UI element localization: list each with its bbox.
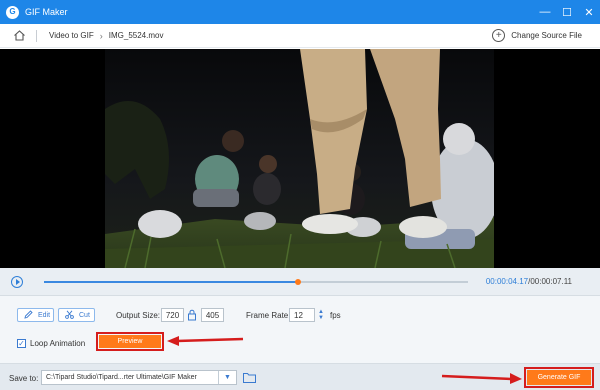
nav-divider xyxy=(36,29,37,42)
video-frame-image xyxy=(105,49,494,268)
plus-circle-icon: + xyxy=(492,29,506,42)
bottom-bar: Save to: C:\Tipard Studio\Tipard...rter … xyxy=(0,363,600,390)
stepper-down[interactable]: ▼ xyxy=(318,315,324,321)
progress-slider-thumb[interactable] xyxy=(295,279,302,285)
cut-button[interactable]: Cut xyxy=(58,308,95,322)
breadcrumb-video-to-gif[interactable]: Video to GIF xyxy=(49,31,94,40)
current-time: 00:00:04.17 xyxy=(485,277,529,286)
total-time: /00:00:07.11 xyxy=(528,277,572,286)
progress-slider-fill xyxy=(44,281,299,283)
folder-icon[interactable] xyxy=(242,370,256,384)
output-size-label: Output Size: xyxy=(116,311,161,320)
fps-unit: fps xyxy=(330,311,341,320)
window-controls: — ☐ ✕ xyxy=(534,0,600,24)
output-width-input[interactable]: 720 xyxy=(161,308,184,322)
stepper-icon[interactable]: ▲ ▼ xyxy=(316,308,326,322)
nav-bar: Video to GIF › IMG_5524.mov + Change Sou… xyxy=(0,24,600,48)
minimize-icon[interactable]: — xyxy=(534,0,556,24)
loop-animation-label: Loop Animation xyxy=(30,339,86,348)
frame-rate-label: Frame Rate: xyxy=(246,311,291,320)
app-logo-icon: G xyxy=(6,5,19,19)
preview-button[interactable]: Preview xyxy=(99,335,161,348)
output-height-input[interactable]: 405 xyxy=(201,308,224,322)
playback-bar: 00:00:04.17/00:00:07.11 xyxy=(0,268,600,296)
breadcrumb-file-name: IMG_5524.mov xyxy=(108,31,164,40)
edit-button[interactable]: Edit xyxy=(17,308,54,322)
chevron-right-icon: › xyxy=(99,30,103,41)
time-readout: 00:00:04.17/00:00:07.11 xyxy=(486,277,572,286)
arrow-annotation-icon xyxy=(167,336,244,346)
play-icon-glyph xyxy=(15,279,20,285)
progress-slider[interactable] xyxy=(44,279,468,285)
checkbox-icon[interactable]: ✓ xyxy=(17,339,26,348)
play-icon[interactable] xyxy=(11,276,23,288)
home-icon[interactable] xyxy=(12,29,26,43)
arrow-annotation-icon xyxy=(441,373,522,384)
cut-button-label: Cut xyxy=(79,311,90,319)
app-logo-glyph: G xyxy=(9,7,16,16)
window-title: GIF Maker xyxy=(25,7,68,17)
video-frame[interactable] xyxy=(105,49,494,268)
change-source-file-label: Change Source File xyxy=(511,31,582,40)
dropdown-icon[interactable]: ▼ xyxy=(218,371,236,384)
cut-icon xyxy=(65,310,74,321)
loop-animation-option[interactable]: ✓ Loop Animation xyxy=(17,339,85,348)
close-icon[interactable]: ✕ xyxy=(578,0,600,24)
edit-button-label: Edit xyxy=(38,311,51,319)
title-bar: G GIF Maker — ☐ ✕ xyxy=(0,0,600,24)
save-path-value: C:\Tipard Studio\Tipard...rter Ultimate\… xyxy=(46,374,197,381)
lock-icon[interactable] xyxy=(187,309,197,321)
maximize-icon[interactable]: ☐ xyxy=(556,0,578,24)
save-path-select[interactable]: C:\Tipard Studio\Tipard...rter Ultimate\… xyxy=(41,370,237,385)
change-source-file-button[interactable]: + Change Source File xyxy=(492,29,582,42)
frame-rate-input[interactable]: 12 xyxy=(289,308,315,322)
edit-icon xyxy=(24,309,33,321)
settings-panel: Edit Cut Output Size: 720 405 Frame Rate… xyxy=(0,296,600,363)
video-preview-area xyxy=(0,49,600,268)
save-to-label: Save to: xyxy=(9,374,39,383)
generate-gif-button[interactable]: Generate GIF xyxy=(527,370,591,385)
